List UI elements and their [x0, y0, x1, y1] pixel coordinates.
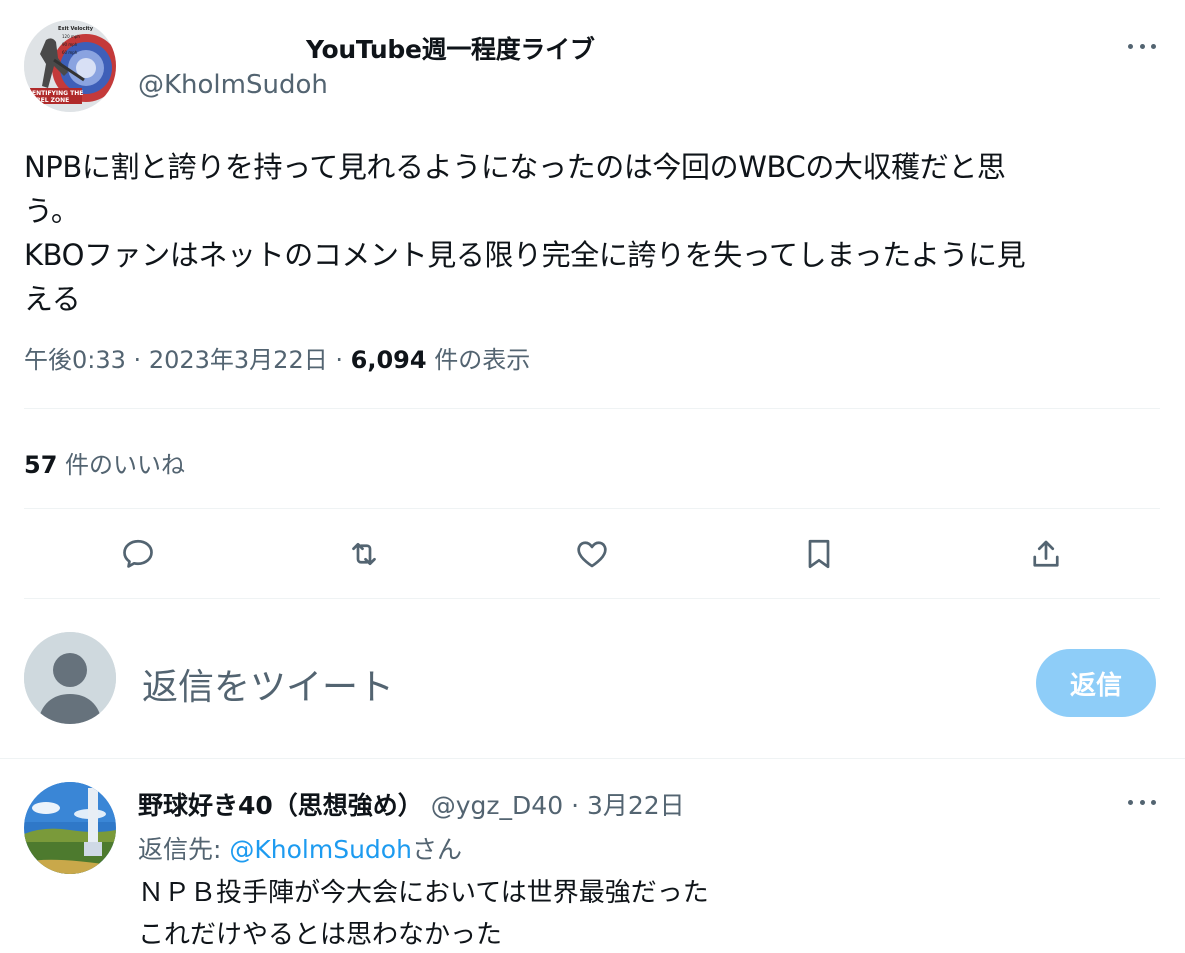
retweet-button[interactable]	[342, 532, 386, 576]
reply-more-options-icon[interactable]	[1122, 792, 1162, 812]
avatar-zone-line2: REL ZONE	[36, 97, 69, 104]
bookmark-button[interactable]	[797, 532, 841, 576]
dot	[1139, 799, 1145, 805]
share-button[interactable]	[1024, 532, 1068, 576]
reply-to-suffix: さん	[411, 835, 462, 864]
likes-count: 57	[24, 451, 58, 479]
reply-author-name[interactable]: 野球好き40（思想強め）	[138, 791, 423, 820]
reply-author-avatar[interactable]	[24, 782, 116, 874]
author-avatar[interactable]: Exit Velocity 120 mph 90 mph 60 mph ENTI…	[24, 20, 116, 112]
divider	[24, 508, 1160, 509]
avatar-velocity-120: 120 mph	[62, 34, 80, 39]
current-user-avatar	[24, 632, 116, 724]
dot	[1128, 43, 1133, 49]
reply-submit-button[interactable]: 返信	[1036, 649, 1156, 717]
more-options-icon[interactable]	[1122, 36, 1162, 56]
reply-input[interactable]: 返信をツイート	[142, 658, 394, 710]
share-icon	[1033, 540, 1059, 567]
likes-label: 件のいいね	[65, 451, 186, 479]
reply-icon	[123, 539, 153, 568]
reply-header: 野球好き40（思想強め） @ygz_D40 · 3月22日	[138, 786, 685, 822]
reply-button[interactable]	[116, 532, 160, 576]
tweet-date[interactable]: 2023年3月22日	[149, 346, 328, 374]
dot	[1151, 43, 1156, 49]
dot	[1139, 43, 1145, 49]
dot	[1151, 799, 1156, 805]
avatar-zone-line1: ENTIFYING THE	[32, 90, 83, 97]
divider	[0, 758, 1185, 759]
heart-icon	[577, 541, 607, 568]
reply-to-line: 返信先: @KholmSudohさん	[138, 830, 462, 866]
author-handle[interactable]: @KholmSudoh	[138, 70, 328, 100]
meta-separator: ·	[335, 346, 343, 374]
meta-separator: ·	[571, 791, 580, 820]
retweet-icon	[352, 542, 376, 566]
reply-text: ＮＰＢ投手陣が今大会においては世界最強だった これだけやるとは思わなかった	[138, 878, 709, 950]
default-avatar-icon	[24, 632, 116, 724]
bookmark-icon	[808, 539, 830, 569]
views-count: 6,094	[350, 346, 427, 374]
divider	[24, 598, 1160, 599]
reply-to-prefix: 返信先:	[138, 835, 230, 864]
meta-separator: ·	[133, 346, 142, 374]
tweet-meta: 午後0:33 · 2023年3月22日 · 6,094 件の表示	[24, 340, 530, 375]
reply-date[interactable]: 3月22日	[587, 791, 685, 820]
avatar-velocity-label: Exit Velocity	[58, 26, 94, 32]
like-button[interactable]	[570, 532, 614, 576]
views-label: 件の表示	[434, 346, 531, 374]
author-name[interactable]: YouTube週一程度ライブ	[306, 30, 595, 66]
avatar-velocity-90: 90 mph	[62, 42, 78, 47]
tweet-text: NPBに割と誇りを持って見れるようになったのは今回のWBCの大収穫だと思 う。 …	[24, 150, 1026, 316]
avatar-velocity-60: 60 mph	[62, 50, 78, 55]
reply-to-mention[interactable]: @KholmSudoh	[229, 835, 412, 864]
tweet-time[interactable]: 午後0:33	[24, 346, 126, 374]
reply-author-handle[interactable]: @ygz_D40	[431, 791, 563, 820]
divider	[24, 408, 1160, 409]
likes-stat[interactable]: 57 件のいいね	[24, 445, 185, 480]
dot	[1128, 799, 1133, 805]
